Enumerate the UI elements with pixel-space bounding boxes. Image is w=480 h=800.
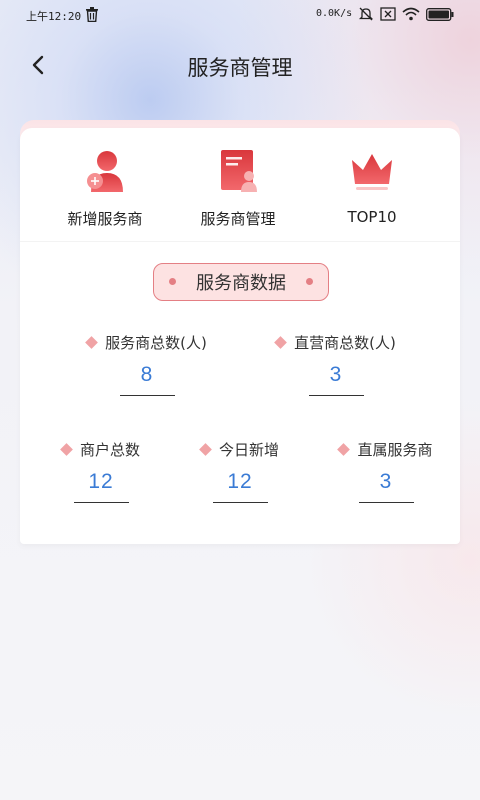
mute-bell-icon xyxy=(358,7,374,21)
stat-label: 服务商总数(人) xyxy=(105,334,207,352)
stat-total-merchants: 商户总数 12 xyxy=(31,439,171,503)
pill-dot-left xyxy=(169,278,176,285)
diamond-icon xyxy=(85,336,99,349)
diamond-icon xyxy=(274,336,288,349)
stat-underline xyxy=(358,502,414,503)
document-user-icon xyxy=(221,150,257,192)
stat-label: 商户总数 xyxy=(79,441,140,459)
quick-menu: 新增服务商 服务商管理 TOP10 xyxy=(20,128,460,242)
stat-total-direct: 直营商总数(人) 3 xyxy=(246,332,426,396)
network-speed: 0.0K/s xyxy=(316,8,353,19)
stat-underline xyxy=(212,502,268,503)
menu-top10[interactable]: TOP10 xyxy=(312,148,432,238)
menu-label-top10: TOP10 xyxy=(347,208,397,226)
crown-icon xyxy=(352,154,392,190)
stat-value: 12 xyxy=(227,470,253,493)
stat-underline xyxy=(119,395,175,396)
stat-label: 直营商总数(人) xyxy=(294,334,396,352)
pill-dot-right xyxy=(306,278,313,285)
diamond-icon xyxy=(60,443,73,456)
menu-label-add-provider: 新增服务商 xyxy=(67,210,143,228)
page-title: 服务商管理 xyxy=(187,56,293,80)
stat-direct-providers: 直属服务商 3 xyxy=(316,439,456,503)
stat-underline xyxy=(308,395,364,396)
wifi-icon xyxy=(402,7,420,21)
stat-value: 8 xyxy=(140,363,154,386)
diamond-icon xyxy=(199,443,212,456)
menu-label-provider-management: 服务商管理 xyxy=(200,210,276,228)
status-time: 上午12:20 xyxy=(26,10,82,23)
stat-total-providers: 服务商总数(人) 8 xyxy=(57,332,237,396)
section-title: 服务商数据 xyxy=(196,273,286,294)
trash-icon xyxy=(86,7,98,22)
stat-underline xyxy=(73,502,129,503)
header: 服务商管理 xyxy=(0,40,480,90)
add-user-icon xyxy=(87,151,123,192)
stat-value: 12 xyxy=(88,470,114,493)
diamond-icon xyxy=(337,443,351,456)
menu-provider-management[interactable]: 服务商管理 xyxy=(178,148,298,238)
main-card: 新增服务商 服务商管理 TOP10 服务商数据 服务商总数(人) 8 直营商总数… xyxy=(20,128,460,544)
stat-today-new: 今日新增 12 xyxy=(170,439,310,503)
status-bar: 上午12:20 0.0K/s xyxy=(0,0,480,30)
battery-icon xyxy=(426,7,454,21)
stat-value: 3 xyxy=(329,363,343,386)
section-title-pill: 服务商数据 xyxy=(153,263,329,301)
menu-add-provider[interactable]: 新增服务商 xyxy=(45,148,165,238)
sim-x-icon xyxy=(380,7,396,21)
stat-label: 直属服务商 xyxy=(357,441,433,459)
stat-value: 3 xyxy=(379,470,393,493)
stat-label: 今日新增 xyxy=(218,441,279,459)
